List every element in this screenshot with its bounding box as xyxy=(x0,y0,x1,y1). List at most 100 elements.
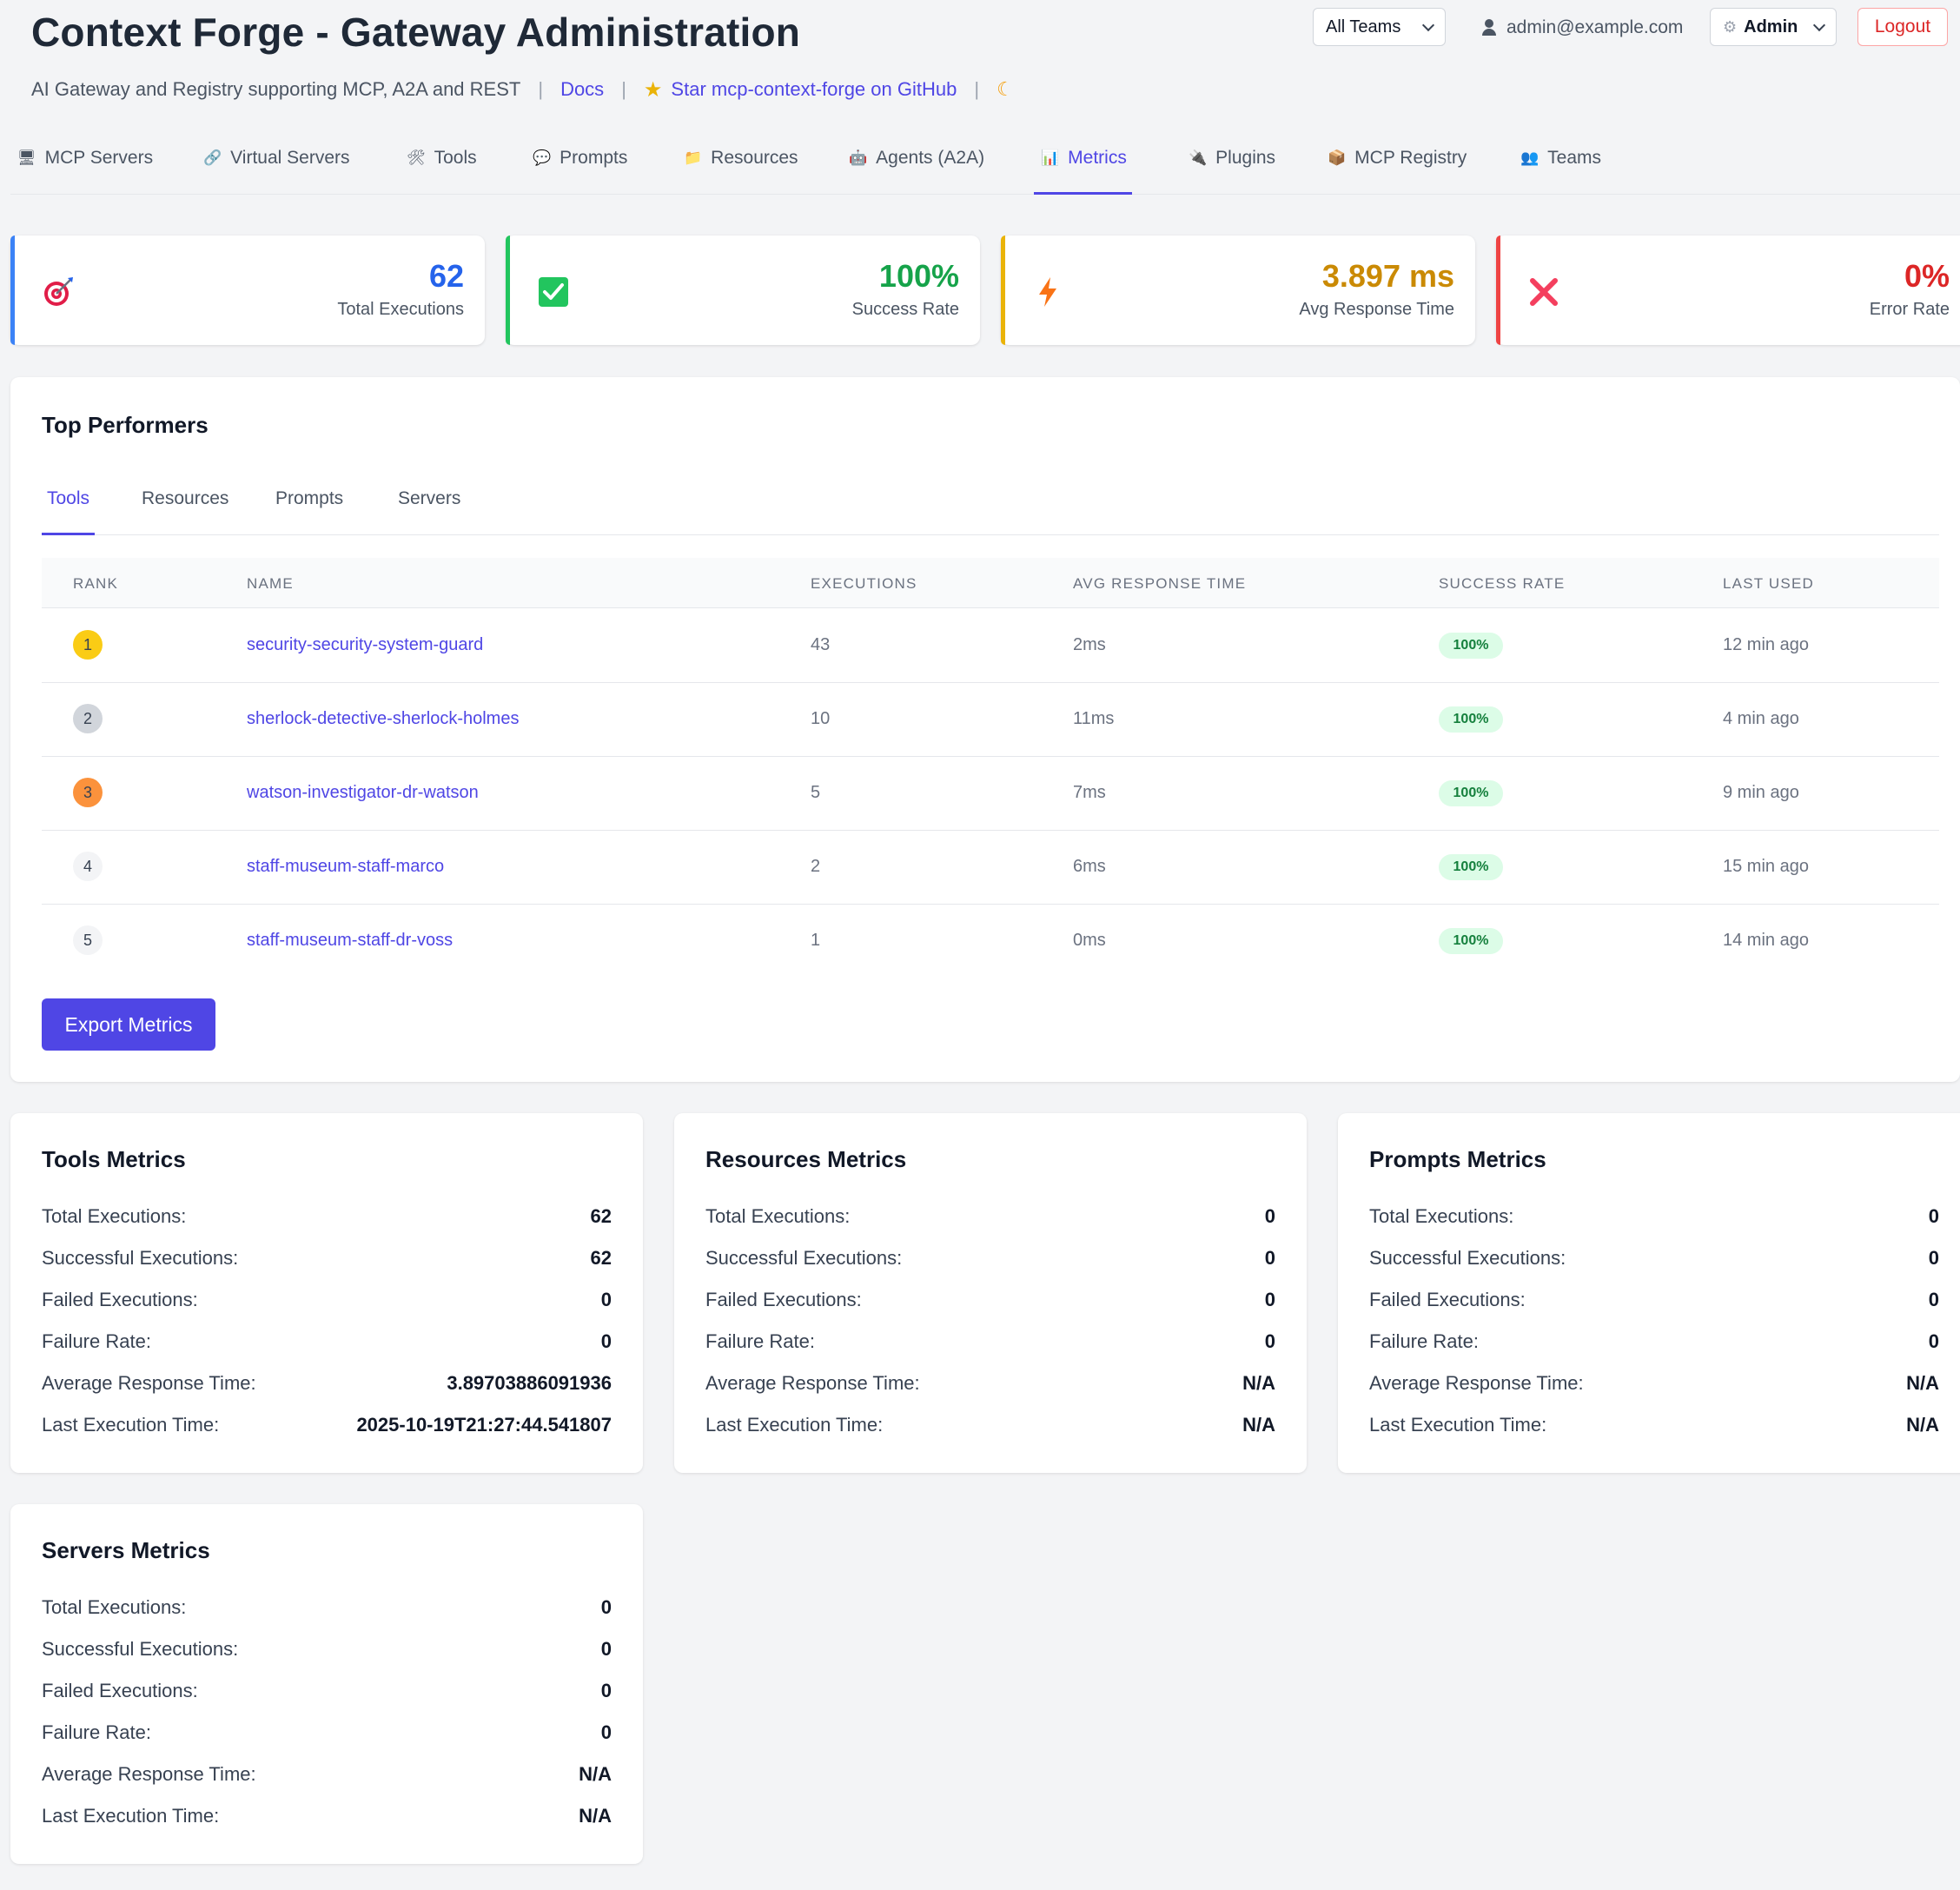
metric-row: Last Execution Time: N/A xyxy=(42,1805,612,1834)
team-selector[interactable]: All Teams xyxy=(1313,8,1446,46)
column-header-name: Name xyxy=(247,575,294,592)
avg-response-cell: 6ms xyxy=(1073,857,1106,876)
tab-tools[interactable]: Tools xyxy=(42,488,96,535)
nav-tab-plugins[interactable]: 🔌 Plugins xyxy=(1189,136,1275,195)
export-metrics-button[interactable]: Export Metrics xyxy=(42,998,215,1051)
avg-response-cell: 7ms xyxy=(1073,783,1106,802)
nav-tab-metrics[interactable]: 📊 Metrics xyxy=(1034,136,1132,195)
avg-response-cell: 0ms xyxy=(1073,931,1106,950)
tools-metrics-card: Tools Metrics Total Executions: 62 Succes… xyxy=(10,1113,643,1473)
nav-tab-resources[interactable]: 📁 Resources xyxy=(684,136,798,195)
metric-value: 0 xyxy=(600,1638,612,1660)
success-rate-badge: 100% xyxy=(1439,928,1503,954)
metric-row: Average Response Time: N/A xyxy=(1369,1372,1939,1402)
theme-toggle-moon-icon[interactable]: ☾ xyxy=(997,78,1014,101)
nav-tab-mcp-servers[interactable]: 🖥 MCP Servers xyxy=(17,136,153,195)
rank-badge: 3 xyxy=(73,778,103,807)
tool-name-link[interactable]: sherlock-detective-sherlock-holmes xyxy=(247,709,519,729)
separator: | xyxy=(538,78,544,100)
speech-bubble-icon: 💬 xyxy=(533,149,552,166)
metric-value: 0 xyxy=(1928,1247,1939,1269)
metric-value: N/A xyxy=(579,1763,612,1785)
people-icon: 👥 xyxy=(1520,149,1540,166)
role-selector[interactable]: ⚙ Admin xyxy=(1710,8,1837,46)
stat-label: Success Rate xyxy=(851,300,959,319)
team-selector-value: All Teams xyxy=(1326,17,1401,36)
main-nav: 🖥 MCP Servers 🔗 Virtual Servers 🛠 Tools 💬 Pr… xyxy=(10,136,1960,195)
tool-name-link[interactable]: staff-museum-staff-marco xyxy=(247,857,444,877)
servers-metrics-card: Servers Metrics Total Executions: 0 Succe… xyxy=(10,1504,643,1864)
stat-card-avg-response-time: 3.897 ms Avg Response Time xyxy=(1001,235,1475,345)
nav-tab-virtual-servers[interactable]: 🔗 Virtual Servers xyxy=(203,136,350,195)
avg-response-cell: 2ms xyxy=(1073,635,1106,654)
stat-value: 3.897 ms xyxy=(1321,258,1454,294)
table-row: 1 security-security-system-guard 43 2ms … xyxy=(42,609,1939,683)
metric-label: Last Execution Time: xyxy=(42,1805,220,1827)
tab-prompts[interactable]: Prompts xyxy=(270,488,348,535)
rank-badge: 2 xyxy=(73,704,103,733)
stat-value: 100% xyxy=(878,258,959,294)
table-row: 2 sherlock-detective-sherlock-holmes 10 … xyxy=(42,683,1939,757)
nav-tab-label: Plugins xyxy=(1215,148,1276,168)
metric-label: Failed Executions: xyxy=(42,1289,198,1310)
rank-badge: 5 xyxy=(73,925,103,955)
robot-icon: 🤖 xyxy=(849,149,868,166)
metric-value: N/A xyxy=(1242,1372,1275,1394)
last-used-cell: 15 min ago xyxy=(1723,857,1809,876)
metric-row: Failed Executions: 0 xyxy=(42,1680,612,1709)
metric-value: N/A xyxy=(1906,1372,1939,1394)
tool-name-link[interactable]: watson-investigator-dr-watson xyxy=(247,783,479,803)
nav-tab-prompts[interactable]: 💬 Prompts xyxy=(533,136,627,195)
nav-tab-label: Teams xyxy=(1547,148,1602,168)
stat-card-total-executions: 62 Total Executions xyxy=(10,235,485,345)
metric-label: Successful Executions: xyxy=(42,1247,239,1269)
tab-resources[interactable]: Resources xyxy=(136,488,234,535)
nav-tab-tools[interactable]: 🛠 Tools xyxy=(407,136,477,195)
metric-row: Failure Rate: 0 xyxy=(42,1721,612,1751)
metric-row: Failure Rate: 0 xyxy=(42,1330,612,1360)
metric-row: Failed Executions: 0 xyxy=(42,1289,612,1318)
metric-value: 0 xyxy=(1264,1247,1275,1269)
metric-label: Average Response Time: xyxy=(42,1372,256,1394)
metric-label: Failure Rate: xyxy=(1369,1330,1479,1352)
card-accent xyxy=(1496,235,1500,345)
metric-value: 62 xyxy=(590,1247,612,1269)
logout-button[interactable]: Logout xyxy=(1857,8,1948,46)
github-link-label: Star mcp-context-forge on GitHub xyxy=(671,78,957,100)
metric-row: Failure Rate: 0 xyxy=(1369,1330,1939,1360)
package-icon: 📦 xyxy=(1328,149,1347,166)
metric-row: Successful Executions: 0 xyxy=(705,1247,1275,1277)
column-header-last-used: Last Used xyxy=(1723,575,1814,592)
nav-tab-mcp-registry[interactable]: 📦 MCP Registry xyxy=(1328,136,1467,195)
metric-value: 62 xyxy=(590,1205,612,1227)
docs-link[interactable]: Docs xyxy=(560,78,604,101)
card-title: Resources Metrics xyxy=(705,1146,907,1172)
card-title: Servers Metrics xyxy=(42,1537,210,1563)
metric-label: Total Executions: xyxy=(705,1205,851,1227)
metric-value: N/A xyxy=(1242,1414,1275,1436)
nav-tab-label: MCP Servers xyxy=(44,148,154,168)
executions-cell: 2 xyxy=(811,857,821,876)
last-used-cell: 9 min ago xyxy=(1723,783,1799,802)
nav-tab-agents[interactable]: 🤖 Agents (A2A) xyxy=(849,136,984,195)
metric-label: Failure Rate: xyxy=(42,1330,151,1352)
nav-tab-teams[interactable]: 👥 Teams xyxy=(1520,136,1601,195)
metric-label: Total Executions: xyxy=(1369,1205,1514,1227)
resources-metrics-card: Resources Metrics Total Executions: 0 Suc… xyxy=(674,1113,1307,1473)
tool-name-link[interactable]: staff-museum-staff-dr-voss xyxy=(247,931,453,951)
metric-row: Last Execution Time: 2025-10-19T21:27:44.… xyxy=(42,1414,612,1443)
separator: | xyxy=(974,78,980,100)
nav-tab-label: Metrics xyxy=(1068,148,1127,168)
tool-name-link[interactable]: security-security-system-guard xyxy=(247,635,483,655)
github-link[interactable]: ★ Star mcp-context-forge on GitHub xyxy=(644,77,957,103)
metric-value: 0 xyxy=(1264,1205,1275,1227)
last-used-cell: 4 min ago xyxy=(1723,709,1799,728)
metric-row: Total Executions: 0 xyxy=(705,1205,1275,1235)
user-email: admin@example.com xyxy=(1506,17,1684,37)
nav-tab-label: Prompts xyxy=(560,148,628,168)
rank-badge: 1 xyxy=(73,630,103,660)
metric-row: Total Executions: 62 xyxy=(42,1205,612,1235)
tools-icon: 🛠 xyxy=(407,149,426,166)
tab-servers[interactable]: Servers xyxy=(393,488,466,535)
table-row: 5 staff-museum-staff-dr-voss 1 0ms 100% … xyxy=(42,905,1939,978)
